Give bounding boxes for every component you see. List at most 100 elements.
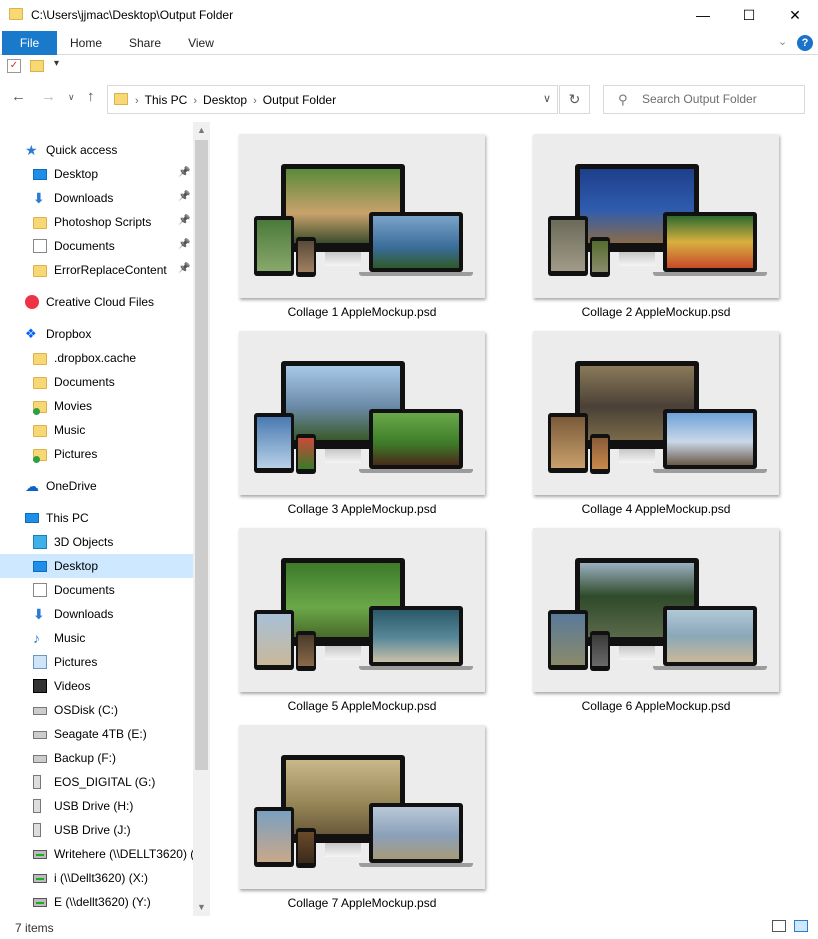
close-button[interactable]: ✕ <box>772 0 818 31</box>
search-box[interactable]: ⚲ <box>603 85 805 114</box>
up-arrow-icon[interactable]: ↑ <box>87 88 95 105</box>
nav-item-desktop[interactable]: Desktop 📌 <box>0 162 193 186</box>
ribbon: File Home Share View ⌄ ? <box>0 31 818 55</box>
sync-status-check-icon <box>33 408 40 415</box>
tab-home[interactable]: Home <box>60 31 112 55</box>
properties-check-icon[interactable]: ✓ <box>7 59 21 73</box>
folder-icon <box>33 425 47 437</box>
expand-ribbon-chevron-icon[interactable]: ⌄ <box>778 35 787 48</box>
nav-item-label: Downloads <box>54 607 114 621</box>
file-tile[interactable]: Collage 6 AppleMockup.psd <box>533 528 779 714</box>
nav-item-backup-f[interactable]: Backup (F:) <box>0 746 193 770</box>
tab-file[interactable]: File <box>2 31 57 55</box>
laptop-base-image <box>653 666 767 670</box>
nav-item-writehere-dellt3620-w[interactable]: Writehere (\\DELLT3620) (W <box>0 842 206 866</box>
tab-view[interactable]: View <box>176 31 226 55</box>
nav-item-music[interactable]: Music <box>0 418 193 442</box>
nav-item-i-dellt3620-x[interactable]: i (\\Dellt3620) (X:) <box>0 866 193 890</box>
nav-item-pictures[interactable]: Pictures <box>0 650 193 674</box>
large-icons-view-icon[interactable] <box>794 920 808 932</box>
pin-icon: 📌 <box>178 167 191 178</box>
scrollbar-thumb[interactable] <box>195 140 208 770</box>
nav-item-onedrive[interactable]: ☁ OneDrive <box>0 474 193 498</box>
new-folder-icon[interactable] <box>30 60 44 72</box>
nav-item-label: i (\\Dellt3620) (X:) <box>54 871 149 885</box>
breadcrumb-separator-icon[interactable]: › <box>193 95 197 107</box>
minimize-button[interactable]: — <box>680 0 726 31</box>
imac-stand-image <box>619 449 655 463</box>
pin-icon: 📌 <box>178 239 191 250</box>
document-icon <box>33 583 47 597</box>
file-thumbnail <box>533 134 779 298</box>
nav-item-creative-cloud-files[interactable]: Creative Cloud Files <box>0 290 193 314</box>
breadcrumb-separator-icon[interactable]: › <box>253 95 257 107</box>
help-icon[interactable]: ? <box>797 35 813 51</box>
nav-scrollbar[interactable]: ▲ ▼ <box>193 122 210 916</box>
file-tile[interactable]: Collage 3 AppleMockup.psd <box>239 331 485 517</box>
nav-item-label: Dropbox <box>46 327 92 341</box>
tablet-mockup-image <box>254 807 294 867</box>
nav-item-this-pc[interactable]: This PC <box>0 506 193 530</box>
breadcrumb-desktop[interactable]: Desktop <box>203 93 247 107</box>
breadcrumb-this-pc[interactable]: This PC <box>145 93 188 107</box>
scroll-down-icon[interactable]: ▼ <box>197 902 206 912</box>
nav-item-movies[interactable]: Movies <box>0 394 193 418</box>
nav-item-pictures[interactable]: Pictures <box>0 442 193 466</box>
drive-icon <box>33 707 47 715</box>
laptop-mockup-image <box>369 212 463 272</box>
address-history-chevron-icon[interactable]: ∨ <box>543 92 551 105</box>
nav-item-photoshop-scripts[interactable]: Photoshop Scripts 📌 <box>0 210 193 234</box>
file-name: Collage 3 AppleMockup.psd <box>287 502 437 516</box>
nav-item-seagate-4tb-e[interactable]: Seagate 4TB (E:) <box>0 722 193 746</box>
nav-item-documents[interactable]: Documents 📌 <box>0 234 193 258</box>
nav-item-label: Quick access <box>46 143 118 157</box>
file-tile[interactable]: Collage 2 AppleMockup.psd <box>533 134 779 320</box>
nav-item-3d-objects[interactable]: 3D Objects <box>0 530 193 554</box>
tablet-mockup-image <box>254 610 294 670</box>
nav-item-videos[interactable]: Videos <box>0 674 193 698</box>
imac-stand-image <box>325 646 361 660</box>
document-icon <box>33 239 47 253</box>
refresh-icon[interactable]: ↻ <box>559 85 590 114</box>
nav-item-dropbox-cache[interactable]: .dropbox.cache <box>0 346 193 370</box>
address-bar[interactable]: › This PC › Desktop › Output Folder ∨ <box>107 85 558 114</box>
quick-access-toolbar: ✓ ▾ <box>0 56 818 78</box>
details-view-icon[interactable] <box>772 920 786 932</box>
nav-item-usb-drive-h[interactable]: USB Drive (H:) <box>0 794 193 818</box>
file-tile[interactable]: Collage 4 AppleMockup.psd <box>533 331 779 517</box>
recent-locations-chevron-icon[interactable]: ∨ <box>68 92 75 103</box>
file-tile[interactable]: Collage 7 AppleMockup.psd <box>239 725 485 911</box>
music-icon: ♪ <box>33 630 40 646</box>
nav-item-label: Documents <box>54 583 115 597</box>
file-tile[interactable]: Collage 5 AppleMockup.psd <box>239 528 485 714</box>
search-input[interactable] <box>642 92 800 106</box>
laptop-mockup-image <box>369 606 463 666</box>
nav-item-downloads[interactable]: ⬇ Downloads <box>0 602 193 626</box>
nav-item-usb-drive-j[interactable]: USB Drive (J:) <box>0 818 193 842</box>
forward-arrow-icon[interactable]: → <box>41 88 56 105</box>
nav-item-errorreplacecontent[interactable]: ErrorReplaceContent 📌 <box>0 258 193 282</box>
nav-item-documents[interactable]: Documents <box>0 370 193 394</box>
nav-item-label: OneDrive <box>46 479 97 493</box>
file-thumbnail <box>533 331 779 495</box>
nav-item-desktop[interactable]: Desktop <box>0 554 193 578</box>
customize-toolbar-dropdown-icon[interactable]: ▾ <box>54 58 59 69</box>
nav-item-dropbox[interactable]: ❖ Dropbox <box>0 322 193 346</box>
nav-item-music[interactable]: ♪ Music <box>0 626 193 650</box>
file-tile[interactable]: Collage 1 AppleMockup.psd <box>239 134 485 320</box>
nav-item-osdisk-c[interactable]: OSDisk (C:) <box>0 698 193 722</box>
tab-share[interactable]: Share <box>118 31 172 55</box>
navigation-pane: ★ Quick access Desktop 📌 ⬇ Downloads 📌 Photosho… <box>0 122 210 916</box>
nav-item-documents[interactable]: Documents <box>0 578 193 602</box>
laptop-base-image <box>359 666 473 670</box>
nav-item-downloads[interactable]: ⬇ Downloads 📌 <box>0 186 193 210</box>
maximize-button[interactable]: ☐ <box>726 0 772 31</box>
nav-item-quick-access[interactable]: ★ Quick access <box>0 138 193 162</box>
breadcrumb-separator-icon[interactable]: › <box>135 95 139 107</box>
phone-mockup-image <box>296 631 316 671</box>
back-arrow-icon[interactable]: ← <box>11 88 26 105</box>
nav-item-e-dellt3620-y[interactable]: E (\\dellt3620) (Y:) <box>0 890 193 914</box>
nav-item-eos-digital-g[interactable]: EOS_DIGITAL (G:) <box>0 770 193 794</box>
scroll-up-icon[interactable]: ▲ <box>197 125 206 135</box>
breadcrumb-output-folder[interactable]: Output Folder <box>263 93 336 107</box>
